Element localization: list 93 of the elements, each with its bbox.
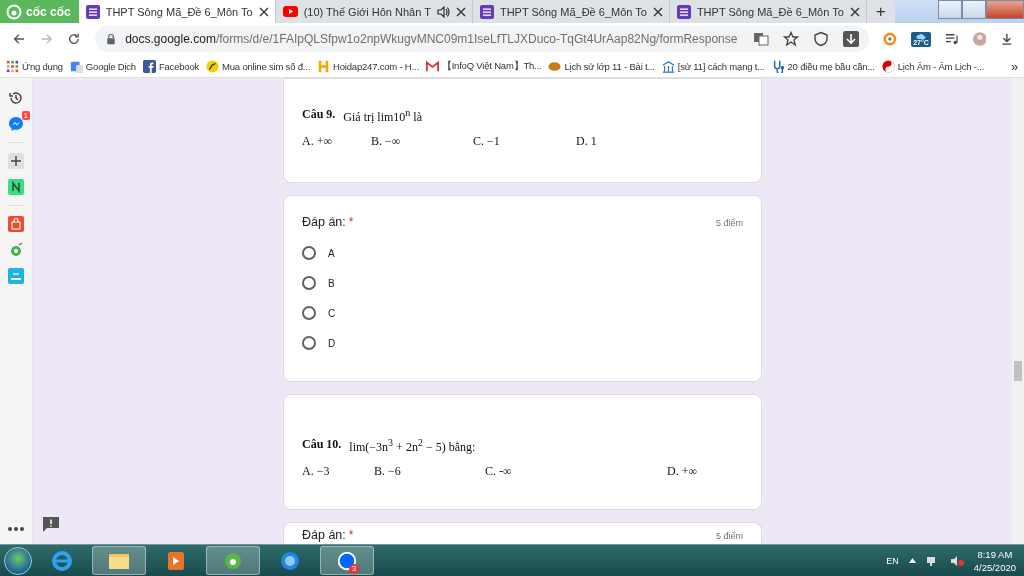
shield-icon[interactable] [813,31,830,47]
question-number: Câu 10. [302,437,342,453]
back-icon[interactable] [12,31,26,47]
address-bar[interactable]: docs.google.com/forms/d/e/1FAIpQLSfpw1o2npWkugvMNC09m1IseLfTLJXDuco-TqGt4UrAap82Ng/formResponse [95,26,870,52]
notification-badge: 1 [21,111,30,120]
bookmark-link[interactable]: Lịch sử lớp 11 - Bài t... [548,59,655,73]
answer-option: D. +∞ [667,464,743,479]
bookmark-star-icon[interactable] [783,31,800,47]
answer-option: B. −∞ [371,134,473,149]
add-icon[interactable] [8,153,24,169]
yin-yang-icon [881,59,895,73]
close-icon[interactable] [849,6,860,17]
language-indicator[interactable]: EN [886,555,899,566]
bookmark-link[interactable]: [sử 11] cách mạng t... [661,59,765,73]
bookmark-link[interactable]: Mua online sim số đ... [206,59,311,73]
cloud-icon [916,32,926,39]
new-tab-button[interactable]: + [866,0,895,23]
answer-option: D. 1 [576,134,743,149]
answer-option: A. +∞ [302,134,371,149]
answer-option: A. −3 [302,464,374,479]
stethoscope-icon [771,59,785,73]
points-label: 5 điểm [716,530,743,543]
chat-bubble-icon [336,549,358,572]
form-icon [676,4,691,19]
taskbar-app[interactable] [206,546,260,575]
mail-icon [425,59,439,73]
shopping-bag-icon[interactable] [8,216,24,232]
question-text: lim(−3n$^{3}$ + 2n$^{2}$ − 5) bằng: [349,437,476,455]
taskbar-app[interactable] [92,546,146,575]
browser-tab[interactable]: THPT Sông Mã_Đề 6_Môn To [669,0,867,23]
choice-label: C [328,307,336,319]
choice-label: D [328,337,336,349]
lock-icon [105,31,118,47]
question-label: Đáp án: [302,528,346,542]
required-mark: * [348,528,354,542]
bookmark-link[interactable]: Hoidap247.com - H... [317,59,419,73]
bookmark-link[interactable]: Facebook [142,59,200,73]
bookmark-link[interactable]: 【InfoQ Việt Nam】Th... [425,59,542,73]
radio-button[interactable] [302,246,316,260]
minimize-button[interactable] [938,0,962,19]
start-button[interactable] [4,546,32,575]
feedback-icon[interactable] [43,517,59,532]
answer-option: C. -∞ [485,464,667,479]
bookmark-link[interactable]: 20 điều mẹ bầu cần... [771,59,875,73]
close-icon[interactable] [258,6,269,17]
question-label: Đáp án: [302,215,346,229]
radio-button[interactable] [302,306,316,320]
temple-icon [661,59,675,73]
download-icon[interactable] [843,31,860,47]
radio-button[interactable] [302,336,316,350]
download-arrow-icon[interactable] [1000,31,1014,47]
answer-option: C. −1 [473,134,576,149]
more-bookmarks-button[interactable]: » [1010,58,1018,74]
tray-up-icon[interactable] [908,558,916,563]
form-icon [479,4,494,19]
facebook-icon [142,59,156,73]
choice-label: B [328,277,335,289]
question-text: Giá trị lim10$^{n}$ là [343,107,422,125]
radio-button[interactable] [302,276,316,290]
apps-grid-icon [6,59,19,73]
reload-icon[interactable] [67,31,82,47]
answer-option: B. −6 [374,464,485,479]
notes-icon[interactable] [8,179,24,195]
close-icon[interactable] [455,6,466,17]
points-label: 5 điểm [716,217,743,230]
choice-label: A [328,247,335,259]
maximize-button[interactable] [962,0,986,19]
browser-tab[interactable]: (10) Thế Giới Hôn Nhân T [275,0,473,23]
volume-muted-icon[interactable] [949,554,964,567]
messenger-icon[interactable] [8,116,24,132]
ball-icon [548,59,562,73]
form-icon [85,4,100,19]
required-mark: * [348,215,354,229]
clock[interactable]: 8:19 AM 4/25/2020 [973,548,1016,573]
bookmark-link[interactable]: Ứng dụng [6,59,63,73]
history-icon[interactable] [8,90,24,106]
translate-icon [69,59,83,73]
taskbar-app[interactable]: 3 [320,546,374,575]
notification-badge: 3 [349,564,359,574]
play-icon [282,6,298,17]
browser-e-icon [50,548,74,573]
letter-h-icon [317,59,331,73]
bookmark-link[interactable]: Lịch Âm - Âm Lịch -... [881,59,985,73]
question-number: Câu 9. [302,107,336,123]
scrollbar[interactable] [1012,78,1024,544]
bookmark-link[interactable]: Google Dịch [69,59,136,73]
browser-brand: cốc cốc [26,4,71,19]
browser-tab[interactable]: THPT Sông Mã_Đề 6_Môn To [78,0,276,23]
browser-tab[interactable]: THPT Sông Mã_Đề 6_Môn To [472,0,670,23]
playlist-icon[interactable] [944,31,959,47]
logo-icon [6,3,22,20]
close-icon[interactable] [652,6,663,17]
translate-icon[interactable] [753,31,770,47]
